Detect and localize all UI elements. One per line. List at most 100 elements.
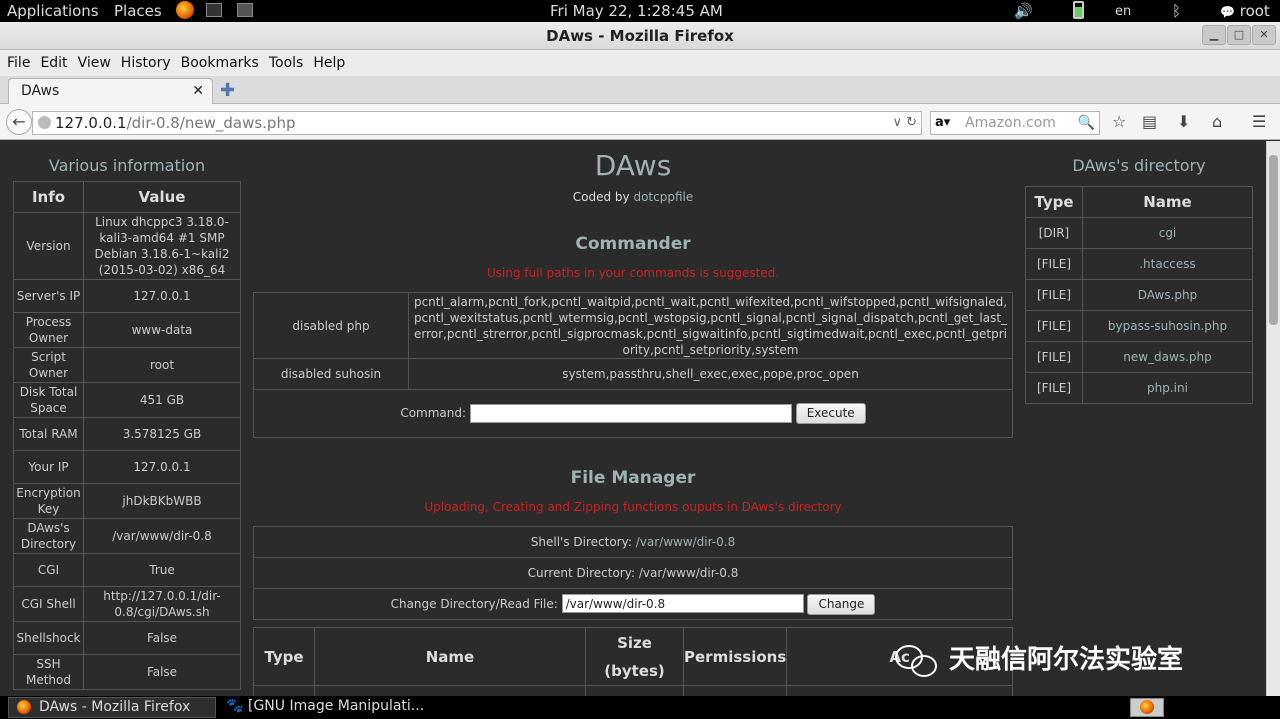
user-name: root xyxy=(1239,2,1270,20)
value-column-header: Value xyxy=(83,181,241,213)
battery-icon[interactable] xyxy=(1073,1,1084,23)
menu-bookmarks[interactable]: Bookmarks xyxy=(181,55,259,71)
info-key: Version xyxy=(13,212,84,280)
search-icon[interactable]: 🔍 xyxy=(1078,112,1095,134)
scrollbar-thumb[interactable] xyxy=(1269,155,1278,325)
taskbar-item-gimp[interactable]: 🐾 [GNU Image Manipulati... xyxy=(222,697,432,718)
hamburger-menu-icon[interactable]: ☰ xyxy=(1252,112,1266,131)
entry-name[interactable]: php.ini xyxy=(1082,372,1253,404)
execute-button[interactable]: Execute xyxy=(795,403,866,424)
terminal-launcher-icon[interactable] xyxy=(206,3,222,21)
menu-view[interactable]: View xyxy=(78,55,111,71)
info-value: False xyxy=(83,654,241,690)
info-value: 127.0.0.1 xyxy=(83,450,241,484)
info-value: 451 GB xyxy=(83,382,241,418)
file-manager-note: Uploading, Creating and Zipping function… xyxy=(424,500,842,514)
current-directory-row: Current Directory: /var/www/dir-0.8 xyxy=(253,557,1013,589)
table-row: Shellshock False xyxy=(13,621,241,655)
table-row: Change Directory/Read File: Change xyxy=(253,588,1013,620)
menu-edit[interactable]: Edit xyxy=(40,55,67,71)
file-type-header[interactable]: Type xyxy=(253,627,315,686)
workspace-switcher[interactable] xyxy=(1130,698,1164,717)
tab-bar: DAws ✕ ✚ xyxy=(0,76,1280,105)
keyboard-layout[interactable]: en xyxy=(1115,4,1131,19)
table-row: [FILE] php.ini xyxy=(1025,372,1253,404)
window-title: DAws - Mozilla Firefox xyxy=(0,22,1280,50)
close-icon[interactable]: ✕ xyxy=(1252,25,1276,45)
info-value: jhDkBKbWBB xyxy=(83,483,241,519)
menu-history[interactable]: History xyxy=(121,55,171,71)
files-launcher-icon[interactable] xyxy=(237,3,253,21)
command-row: Command: Execute xyxy=(253,389,1013,438)
menu-help[interactable]: Help xyxy=(313,55,345,71)
downloads-icon[interactable]: ⬇ xyxy=(1177,112,1190,131)
info-key: Script Owner xyxy=(13,347,84,383)
globe-icon xyxy=(38,116,51,129)
change-directory-input[interactable] xyxy=(561,594,804,613)
tab-title: DAws xyxy=(21,83,60,99)
watermark-text: 天融信阿尔法实验室 xyxy=(949,645,1184,675)
table-row: Current Directory: /var/www/dir-0.8 xyxy=(253,557,1013,589)
taskbar-item-firefox[interactable]: DAws - Mozilla Firefox xyxy=(8,697,216,718)
bluetooth-icon[interactable]: ᛒ xyxy=(1172,2,1181,20)
info-key: Shellshock xyxy=(13,621,84,655)
command-input[interactable] xyxy=(469,403,792,423)
table-row: [DIR] cgi xyxy=(1025,217,1253,249)
applications-menu[interactable]: Applications xyxy=(7,2,99,20)
table-row: SSH Method False xyxy=(13,654,241,690)
file-manager-panel: Shell's Directory: /var/www/dir-0.8 Curr… xyxy=(253,526,1013,620)
table-row: Version Linux dhcppc3 3.18.0-kali3-amd64 … xyxy=(13,212,241,280)
firefox-launcher-icon[interactable] xyxy=(176,1,194,23)
shell-directory-link[interactable]: /var/www/dir-0.8 xyxy=(636,535,736,549)
search-engine-icon[interactable]: a▾ xyxy=(935,112,950,134)
vertical-scrollbar[interactable] xyxy=(1266,141,1280,696)
maximize-icon[interactable]: □ xyxy=(1227,25,1251,45)
table-row: Disk Total Space 451 GB xyxy=(13,382,241,418)
author-link[interactable]: dotcppfile xyxy=(633,190,693,204)
table-row: CGI True xyxy=(13,553,241,587)
file-name-header[interactable]: Name xyxy=(314,627,586,686)
tab-daws[interactable]: DAws ✕ xyxy=(8,78,213,105)
entry-name[interactable]: new_daws.php xyxy=(1082,341,1253,373)
table-row xyxy=(253,685,1013,696)
table-row: Script Owner root xyxy=(13,347,241,383)
entry-type: [FILE] xyxy=(1025,372,1083,404)
shell-directory-row: Shell's Directory: /var/www/dir-0.8 xyxy=(253,526,1013,558)
file-permissions-header[interactable]: Permissions xyxy=(682,627,788,686)
directory-panel: DAws's directory Type Name [DIR] cgi [FIL… xyxy=(1025,156,1253,404)
back-icon[interactable]: ← xyxy=(6,109,32,135)
table-row: Your IP 127.0.0.1 xyxy=(13,450,241,484)
taskbar-item-label: DAws - Mozilla Firefox xyxy=(39,699,191,715)
info-value: False xyxy=(83,621,241,655)
reload-icon[interactable]: ∨ ↻ xyxy=(892,112,917,134)
clock[interactable]: Fri May 22, 1:28:45 AM xyxy=(550,2,723,20)
url-bar[interactable]: 127.0.0.1/dir-0.8/new_daws.php ∨ ↻ xyxy=(32,111,922,135)
menu-tools[interactable]: Tools xyxy=(269,55,304,71)
entry-name[interactable]: bypass-suhosin.php xyxy=(1082,310,1253,342)
volume-icon[interactable]: 🔊 xyxy=(1014,2,1033,20)
user-menu[interactable]: 💬 root xyxy=(1220,2,1270,20)
file-size-header[interactable]: Size (bytes) xyxy=(585,627,684,686)
reading-list-icon[interactable]: ▤ xyxy=(1142,112,1157,131)
menu-file[interactable]: File xyxy=(7,55,30,71)
gimp-icon: 🐾 xyxy=(226,698,244,714)
top-panel: Applications Places Fri May 22, 1:28:45 … xyxy=(0,0,1280,22)
change-directory-label: Change Directory/Read File: xyxy=(390,596,558,611)
entry-name[interactable]: cgi xyxy=(1082,217,1253,249)
change-button[interactable]: Change xyxy=(807,593,876,615)
directory-panel-title: DAws's directory xyxy=(1072,156,1206,175)
bookmark-star-icon[interactable]: ☆ xyxy=(1112,112,1126,131)
places-menu[interactable]: Places xyxy=(114,2,162,20)
home-icon[interactable]: ⌂ xyxy=(1212,112,1222,131)
table-row: Shell's Directory: /var/www/dir-0.8 xyxy=(253,526,1013,558)
new-tab-icon[interactable]: ✚ xyxy=(220,80,235,101)
file-manager-title: File Manager xyxy=(570,468,696,488)
close-tab-icon[interactable]: ✕ xyxy=(192,79,204,103)
entry-name[interactable]: DAws.php xyxy=(1082,279,1253,311)
minimize-icon[interactable]: ▁ xyxy=(1202,25,1226,45)
entry-name[interactable]: .htaccess xyxy=(1082,248,1253,280)
info-key: Your IP xyxy=(13,450,84,484)
search-bar[interactable]: a▾ Amazon.com 🔍 xyxy=(930,111,1100,135)
info-value: www-data xyxy=(83,312,241,348)
menu-bar: File Edit View History Bookmarks Tools H… xyxy=(0,50,1280,76)
